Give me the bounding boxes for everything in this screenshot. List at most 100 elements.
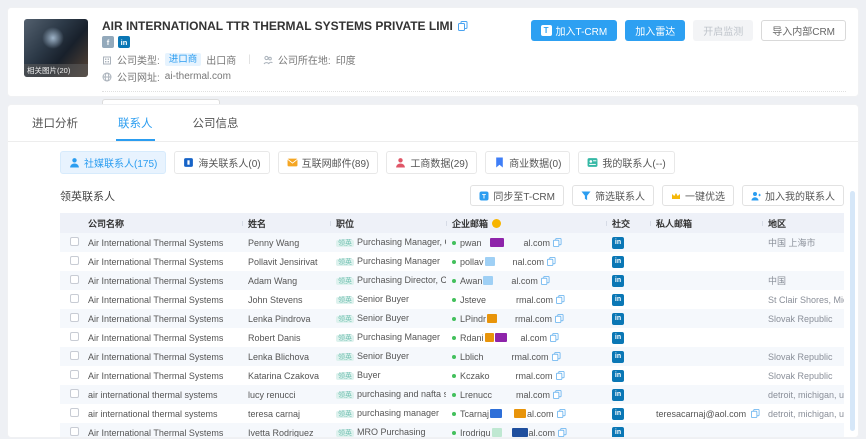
position-cell: 领英MRO Purchasing [330,427,446,438]
copy-icon[interactable] [458,21,468,31]
facebook-icon[interactable]: f [102,36,114,48]
copy-icon[interactable] [541,276,550,285]
linkedin-icon[interactable]: in [612,332,624,344]
valid-email-dot [452,393,456,397]
linkedin-icon[interactable]: in [612,313,624,325]
exporter-tag[interactable]: 出口商 [206,52,236,67]
copy-icon[interactable] [556,371,565,380]
linkedin-icon[interactable]: in [612,294,624,306]
copy-icon[interactable] [552,352,561,361]
related-images-label[interactable]: 相关图片(20) [24,64,88,77]
linkedin-icon[interactable]: in [612,275,624,287]
company-cell: Air International Thermal Systems [82,257,242,267]
email-text: rmal.com [512,352,549,362]
table-scrollbar[interactable] [850,191,855,431]
region-cell: 中国 [762,274,844,287]
valid-email-dot [452,355,456,359]
linkedin-icon[interactable]: in [118,36,130,48]
corporate-email-cell: Awanal.com [446,276,606,286]
photo-highlight [42,27,64,49]
website-label: 公司网址: [117,69,160,84]
add-to-radar-button[interactable]: 加入雷达 [625,20,685,41]
copy-icon[interactable] [553,238,562,247]
row-checkbox[interactable] [70,294,79,303]
row-checkbox[interactable] [70,237,79,246]
linkedin-source-badge: 领英 [336,411,354,418]
row-checkbox[interactable] [70,256,79,265]
table-row: Air International Thermal Systems John S… [60,290,844,309]
region-cell: detroit, michigan, united st... [762,409,844,419]
filter-contacts-button[interactable]: 筛选联系人 [572,185,654,206]
name-cell: Ivetta Rodriguez [242,428,330,438]
one-click-select-button[interactable]: 一键优选 [662,185,734,206]
position-cell: 领英purchasing and nafta specialist [330,389,446,400]
copy-icon[interactable] [550,333,559,342]
company-cell: Air International Thermal Systems [82,352,242,362]
copy-icon[interactable] [553,390,562,399]
email-text: rmal.com [515,314,552,324]
linkedin-icon[interactable]: in [612,389,624,401]
copy-icon[interactable] [557,409,566,418]
chip-my-contacts[interactable]: 我的联系人(--) [578,151,674,174]
sync-to-tcrm-button[interactable]: T 同步至T-CRM [470,185,564,206]
row-checkbox[interactable] [70,275,79,284]
tab-import-analysis[interactable]: 进口分析 [30,105,80,141]
header-region: 地区 [762,217,844,230]
copy-icon[interactable] [751,409,760,418]
company-photo[interactable]: 相关图片(20) [24,19,88,77]
tab-contacts[interactable]: 联系人 [116,105,155,141]
linkedin-icon[interactable]: in [612,351,624,363]
corporate-email-cell: pwanal.com [446,238,606,248]
chip-customs-contacts[interactable]: 海关联系人(0) [174,151,269,174]
importer-tag[interactable]: 进口商 [165,53,202,66]
website-link[interactable]: ai-thermal.com [165,71,231,82]
row-checkbox[interactable] [70,389,79,398]
row-checkbox[interactable] [70,408,79,417]
row-checkbox[interactable] [70,370,79,379]
linkedin-icon[interactable]: in [612,408,624,420]
email-mask [512,428,528,437]
start-monitoring-button[interactable]: 开启监测 [693,20,753,41]
person-plus-icon [751,191,761,201]
linkedin-source-badge: 领英 [336,354,354,361]
valid-email-dot [452,412,456,416]
crown-icon [671,191,681,201]
copy-icon[interactable] [547,257,556,266]
corporate-email-cell: Irodrigual.com [446,428,606,438]
linkedin-source-badge: 领英 [336,392,354,399]
linkedin-icon[interactable]: in [612,427,624,438]
chip-social-contacts[interactable]: 社媒联系人(175) [60,151,166,174]
position-cell: 领英Senior Buyer [330,294,446,305]
copy-icon[interactable] [556,295,565,304]
chip-internet-emails[interactable]: 互联网邮件(89) [278,151,379,174]
linkedin-icon[interactable]: in [612,370,624,382]
company-cell: Air International Thermal Systems [82,371,242,381]
table-row: Air International Thermal Systems Pollav… [60,252,844,271]
name-cell: Penny Wang [242,238,330,248]
chip-commercial-data[interactable]: 商业数据(0) [485,151,570,174]
row-checkbox[interactable] [70,351,79,360]
table-row: air international thermal systems lucy r… [60,385,844,404]
chip-business-registration[interactable]: 工商数据(29) [386,151,477,174]
linkedin-icon[interactable]: in [612,256,624,268]
social-cell: in [606,388,650,401]
row-checkbox[interactable] [70,427,79,436]
position-cell: 领英Purchasing Director, China [330,275,446,286]
email-text: Rdani [460,333,484,343]
add-to-tcrm-button[interactable]: T 加入T-CRM [531,20,618,41]
tab-company-info[interactable]: 公司信息 [191,105,241,141]
email-text: Kczako [460,371,490,381]
table-row: air international thermal systems teresa… [60,404,844,423]
table-row: Air International Thermal Systems Adam W… [60,271,844,290]
name-cell: Katarina Czakova [242,371,330,381]
row-checkbox[interactable] [70,313,79,322]
copy-icon[interactable] [555,314,564,323]
company-cell: air international thermal systems [82,390,242,400]
row-checkbox[interactable] [70,332,79,341]
import-internal-crm-button[interactable]: 导入内部CRM [761,20,846,41]
copy-icon[interactable] [558,428,567,437]
linkedin-source-badge: 领英 [336,335,354,342]
linkedin-icon[interactable]: in [612,237,624,249]
add-to-my-contacts-button[interactable]: 加入我的联系人 [742,185,844,206]
social-cell: in [606,369,650,382]
